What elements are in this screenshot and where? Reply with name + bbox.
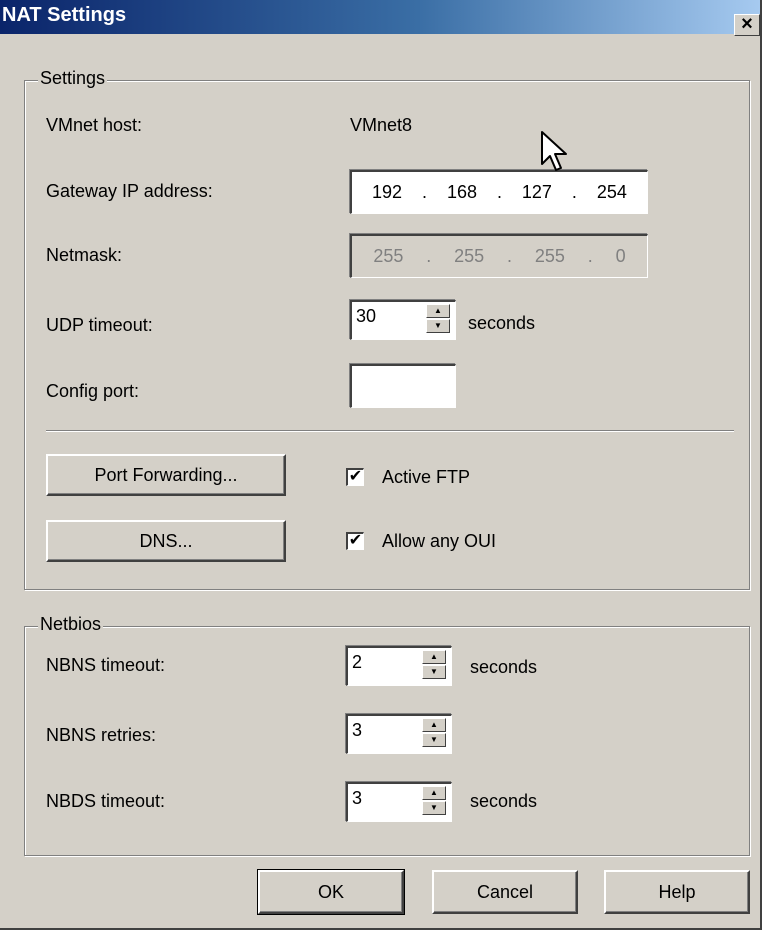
allow-any-oui-label[interactable]: Allow any OUI <box>382 530 496 552</box>
udp-timeout-label: UDP timeout: <box>46 315 153 335</box>
nbds-timeout-label: NBDS timeout: <box>46 791 166 811</box>
nbns-timeout-spinner[interactable]: 2 ▲ ▼ <box>346 646 452 686</box>
close-icon: × <box>741 13 753 35</box>
nat-settings-dialog: NAT Settings × Settings VMnet host: VMne… <box>0 0 762 930</box>
mouse-pointer-icon <box>541 131 567 171</box>
nbns-retries-spinner[interactable]: 3 ▲ ▼ <box>346 714 452 754</box>
spin-down-icon[interactable]: ▼ <box>422 801 446 815</box>
active-ftp-checkbox[interactable]: ✔ <box>346 468 364 486</box>
gateway-octet-2[interactable]: 168 <box>447 182 477 203</box>
netmask-label: Netmask: <box>46 245 123 265</box>
gateway-ip-field[interactable]: 192. 168. 127. 254 <box>350 170 648 214</box>
netmask-octet-3: 255 <box>534 246 565 266</box>
udp-timeout-unit: seconds <box>468 313 536 333</box>
spin-up-icon[interactable]: ▲ <box>422 718 446 732</box>
nbds-timeout-unit: seconds <box>470 791 538 811</box>
netmask-octet-1: 255 <box>373 246 404 266</box>
nbns-timeout-value[interactable]: 2 <box>352 651 362 673</box>
ok-button[interactable]: OK <box>257 869 405 915</box>
dns-button[interactable]: DNS... <box>46 520 286 562</box>
settings-separator <box>46 430 734 432</box>
cancel-button[interactable]: Cancel <box>432 870 578 914</box>
cancel-label: Cancel <box>476 882 534 902</box>
vmnet-host-value: VMnet8 <box>350 115 413 135</box>
udp-timeout-spinner[interactable]: 30 ▲ ▼ <box>350 300 456 340</box>
nbns-timeout-label: NBNS timeout: <box>46 655 166 675</box>
dns-label: DNS... <box>139 531 193 551</box>
spin-down-icon[interactable]: ▼ <box>422 665 446 679</box>
udp-timeout-value[interactable]: 30 <box>356 305 376 327</box>
spin-down-icon[interactable]: ▼ <box>426 319 450 333</box>
config-port-field[interactable] <box>350 364 456 408</box>
settings-legend: Settings <box>38 68 108 88</box>
checkmark-icon: ✔ <box>348 468 363 485</box>
nbds-timeout-value[interactable]: 3 <box>352 787 362 809</box>
netmask-octet-4: 0 <box>615 246 626 266</box>
spin-up-icon[interactable]: ▲ <box>426 304 450 318</box>
netmask-octet-2: 255 <box>454 246 485 266</box>
port-forwarding-button[interactable]: Port Forwarding... <box>46 454 286 496</box>
title-bar[interactable]: NAT Settings × <box>0 0 760 36</box>
nbns-timeout-unit: seconds <box>470 657 538 677</box>
spin-up-icon[interactable]: ▲ <box>422 786 446 800</box>
spin-down-icon[interactable]: ▼ <box>422 733 446 747</box>
config-port-label: Config port: <box>46 381 140 401</box>
help-button[interactable]: Help <box>604 870 750 914</box>
gateway-ip-label: Gateway IP address: <box>46 181 213 201</box>
ok-label: OK <box>317 882 344 902</box>
gateway-octet-1[interactable]: 192 <box>372 182 402 203</box>
netmask-field: 255. 255. 255. 0 <box>350 234 648 278</box>
nbds-timeout-spinner[interactable]: 3 ▲ ▼ <box>346 782 452 822</box>
vmnet-host-label: VMnet host: <box>46 115 143 135</box>
allow-any-oui-checkbox[interactable]: ✔ <box>346 532 364 550</box>
nbns-retries-value[interactable]: 3 <box>352 719 362 741</box>
spin-up-icon[interactable]: ▲ <box>422 650 446 664</box>
help-label: Help <box>658 882 696 902</box>
checkmark-icon: ✔ <box>348 532 363 549</box>
gateway-octet-4[interactable]: 254 <box>597 182 627 203</box>
close-button[interactable]: × <box>734 14 760 36</box>
active-ftp-label[interactable]: Active FTP <box>382 466 470 488</box>
nbns-retries-label: NBNS retries: <box>46 725 157 745</box>
gateway-octet-3[interactable]: 127 <box>522 182 552 203</box>
netbios-legend: Netbios <box>38 614 104 634</box>
port-forwarding-label: Port Forwarding... <box>94 465 238 485</box>
window-title: NAT Settings <box>2 4 127 26</box>
